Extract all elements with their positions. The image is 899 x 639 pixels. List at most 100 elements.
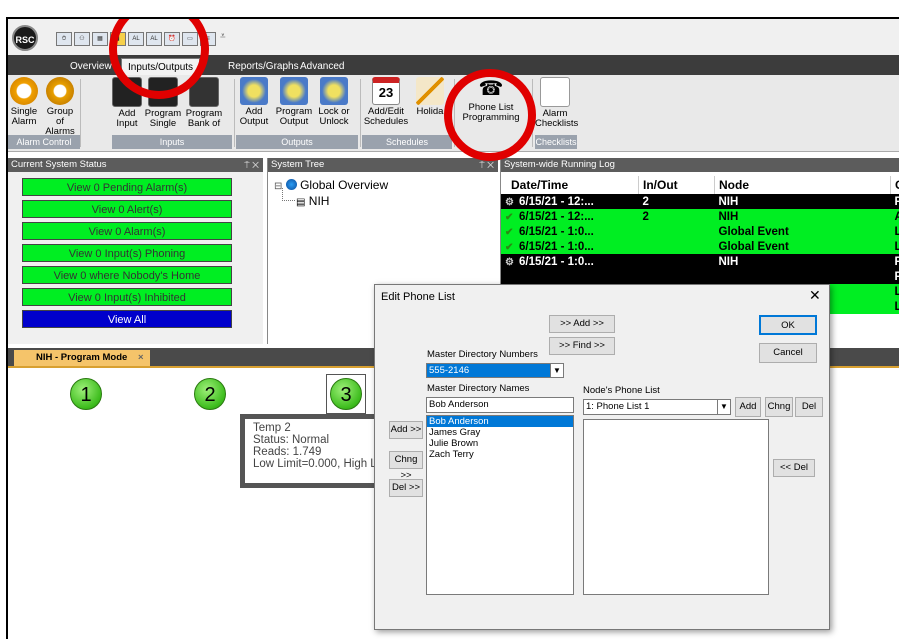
log-cell-node-text: Global Event [719, 226, 789, 238]
ribbon-separator [234, 79, 235, 147]
find-button[interactable]: >> Find >> [549, 337, 615, 355]
add-list-button[interactable]: Add [735, 397, 761, 417]
log-cell-co-text: Pr [895, 196, 899, 208]
grid-icon[interactable]: ▦ [92, 32, 108, 46]
log-cell-date: ✔6/15/21 - 12:... [501, 209, 639, 224]
node-marker-2[interactable]: 2 [194, 378, 226, 410]
tab-nih-program-mode[interactable]: NIH - Program Mode × [14, 350, 150, 366]
add-side-button[interactable]: Add >> [389, 421, 423, 439]
log-cell-io [639, 239, 715, 254]
tooltip-limits: Low Limit=0.000, High Li [253, 458, 377, 470]
close-icon[interactable]: × [138, 352, 144, 363]
log-cell-node: NIH [715, 254, 891, 269]
master-names-label: Master Directory Names [427, 383, 529, 394]
log-cell-co: Lo [891, 224, 899, 239]
dropdown-icon[interactable]: ⩡ [220, 31, 226, 42]
group-icon[interactable]: ⚇ [74, 32, 90, 46]
col-node[interactable]: Node [715, 176, 891, 194]
list-item[interactable]: James Gray [427, 427, 573, 438]
log-row[interactable]: ⚙6/15/21 - 1:0... NIHPr [501, 254, 899, 269]
list-item[interactable]: Bob Anderson [427, 416, 573, 427]
tab-reports-graphs[interactable]: Reports/Graphs [222, 58, 305, 75]
gear-icon: ⚙ [505, 257, 515, 268]
check-icon: ✔ [505, 242, 515, 253]
log-cell-node: NIH [715, 194, 891, 209]
gear-icon: ⚙ [505, 197, 515, 208]
chng-side-button[interactable]: Chng >> [389, 451, 423, 469]
log-row[interactable]: ⚙6/15/21 - 12:...2NIHPr [501, 194, 899, 209]
log-cell-io [639, 254, 715, 269]
add-to-list-button[interactable]: >> Add >> [549, 315, 615, 333]
col-date-time[interactable]: Date/Time [501, 176, 639, 194]
edit-phone-list-dialog: Edit Phone List ✕ >> Add >> >> Find >> O… [374, 284, 830, 630]
node-marker-3[interactable]: 3 [330, 378, 362, 410]
chng-list-button[interactable]: Chng [765, 397, 793, 417]
single-alarm-button[interactable]: Single Alarm [8, 77, 40, 127]
master-names-list[interactable]: Bob Anderson James Gray Julie Brown Zach… [426, 415, 574, 595]
log-cell-co: Lo [891, 284, 899, 299]
alarms-button[interactable]: View 0 Alarm(s) [22, 222, 232, 240]
log-cell-io-text: 2 [643, 211, 649, 223]
node-tooltip: Temp 2 Status: Normal Reads: 1.749 Low L… [240, 414, 390, 488]
running-log-header: System-wide Running Log [501, 158, 899, 172]
log-cell-date-text: 6/15/21 - 12:... [519, 211, 594, 223]
log-cell-node-text: NIH [719, 196, 739, 208]
col-in-out[interactable]: In/Out [639, 176, 715, 194]
inputs-inhibited-button[interactable]: View 0 Input(s) Inhibited [22, 288, 232, 306]
master-numbers-label: Master Directory Numbers [427, 349, 538, 360]
tree-node-nih[interactable]: ▤ NIH [296, 194, 329, 208]
col-co[interactable]: Co [891, 176, 899, 194]
chevron-down-icon[interactable]: ▼ [717, 400, 730, 414]
group-outputs: Outputs [236, 135, 358, 149]
node-marker-1[interactable]: 1 [70, 378, 102, 410]
add-edit-schedules-button[interactable]: 23 Add/Edit Schedules [362, 77, 410, 127]
remove-from-list-button[interactable]: << Del [773, 459, 815, 477]
annotation-circle [444, 69, 536, 161]
calendar-icon: 23 [372, 77, 400, 105]
dialog-close-icon[interactable]: ✕ [809, 287, 821, 304]
app-logo[interactable]: RSC [12, 25, 38, 51]
master-number-select[interactable]: 555-2146 ▼ [426, 363, 564, 378]
chevron-down-icon[interactable]: ▼ [550, 364, 563, 377]
node-icon: ▤ [296, 197, 305, 208]
clock-icon[interactable]: ⏱ [56, 32, 72, 46]
program-output-button[interactable]: Program Output [274, 77, 314, 127]
pin-close-icon[interactable]: ⍑ ✕ [244, 158, 259, 172]
del-list-button[interactable]: Del [795, 397, 823, 417]
node-phone-list-box[interactable] [583, 419, 769, 595]
list-item[interactable]: Zach Terry [427, 449, 573, 460]
master-name-input[interactable]: Bob Anderson [426, 397, 574, 413]
tooltip-status: Status: Normal [253, 434, 377, 446]
nobody-home-button[interactable]: View 0 where Nobody's Home [22, 266, 232, 284]
holidays-button[interactable]: Holida [412, 77, 448, 117]
cancel-button[interactable]: Cancel [759, 343, 817, 363]
log-row[interactable]: Pr [501, 269, 899, 284]
dialog-title: Edit Phone List [381, 291, 455, 303]
del-side-button[interactable]: Del >> [389, 479, 423, 497]
log-row[interactable]: ✔6/15/21 - 1:0...Global EventLo [501, 224, 899, 239]
alerts-button[interactable]: View 0 Alert(s) [22, 200, 232, 218]
alarm-checklists-button[interactable]: Alarm Checklists [535, 77, 575, 129]
log-row[interactable]: ✔6/15/21 - 1:0...Global EventLo [501, 239, 899, 254]
log-cell-co-text: Lo [895, 241, 899, 253]
ribbon-separator [360, 79, 361, 147]
node-phone-list-select[interactable]: 1: Phone List 1 ▼ [583, 399, 731, 415]
add-output-button[interactable]: Add Output [236, 77, 272, 127]
list-item[interactable]: Julie Brown [427, 438, 573, 449]
view-all-button[interactable]: View All [22, 310, 232, 328]
log-cell-co: Pr [891, 254, 899, 269]
log-cell-co-text: Lo [895, 226, 899, 238]
lock-unlock-button[interactable]: Lock or Unlock [314, 77, 354, 127]
log-row[interactable]: ✔6/15/21 - 12:...2NIHAl [501, 209, 899, 224]
tooltip-reads: Reads: 1.749 [253, 446, 377, 458]
ribbon-separator [80, 79, 81, 147]
group-of-alarms-button[interactable]: Group of Alarms [42, 77, 78, 137]
log-cell-node: Global Event [715, 239, 891, 254]
pending-alarms-button[interactable]: View 0 Pending Alarm(s) [22, 178, 232, 196]
inputs-phoning-button[interactable]: View 0 Input(s) Phoning [22, 244, 232, 262]
log-cell-date: ⚙6/15/21 - 1:0... [501, 254, 639, 269]
log-cell-co: Lo [891, 299, 899, 314]
ok-button[interactable]: OK [759, 315, 817, 335]
tab-advanced[interactable]: Advanced [294, 58, 350, 75]
system-tree-header: System Tree ⍑ ✕ [268, 158, 498, 172]
